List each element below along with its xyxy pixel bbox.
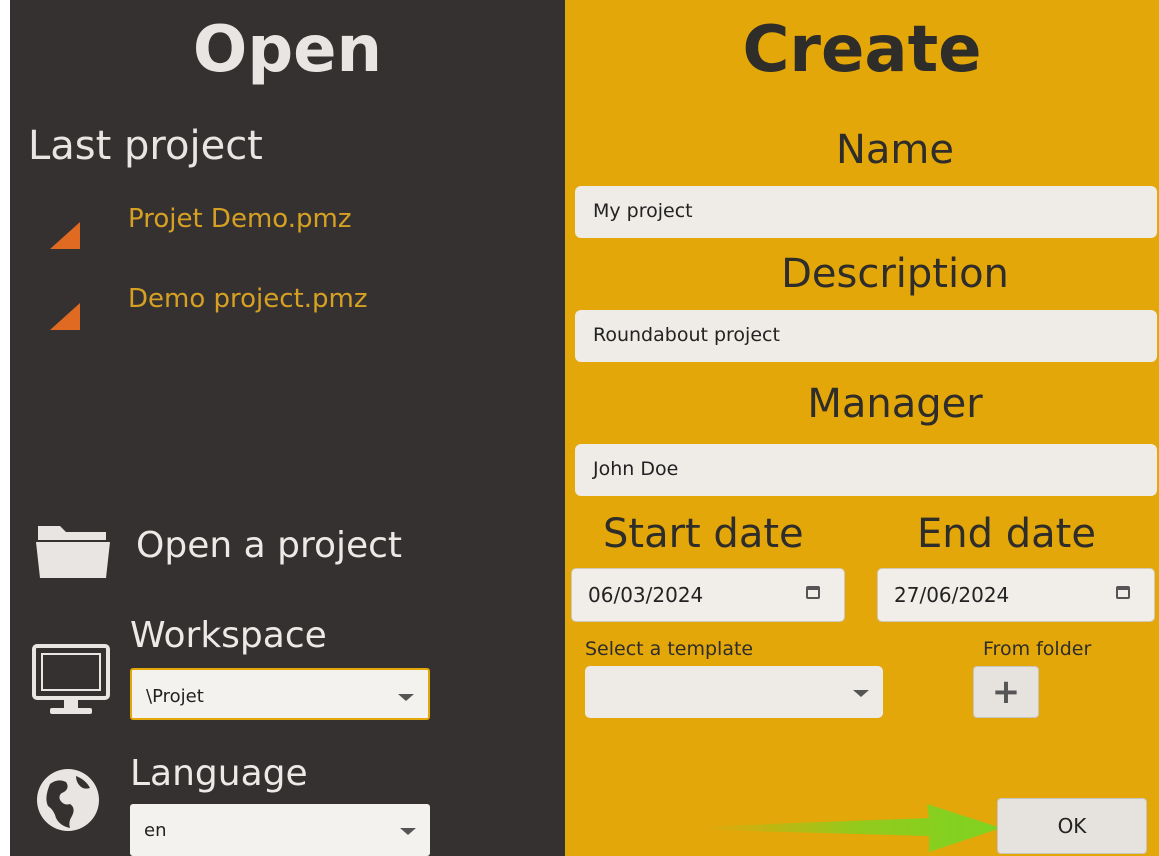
workspace-value: \Projet	[146, 686, 204, 707]
language-label: Language	[130, 753, 308, 794]
pmz-file-icon	[50, 222, 80, 249]
recent-file-2[interactable]: Demo project.pmz	[128, 286, 368, 312]
end-date-label: End date	[917, 511, 1096, 557]
name-label: Name	[835, 127, 954, 173]
recent-file-1-icon	[50, 222, 80, 249]
pmz-file-icon	[50, 303, 80, 330]
chevron-down-icon	[400, 828, 416, 835]
template-dropdown[interactable]	[585, 666, 883, 718]
globe-icon	[37, 769, 99, 831]
manager-field[interactable]: John Doe	[575, 444, 1157, 496]
description-label: Description	[781, 251, 1009, 297]
language-value: en	[144, 820, 167, 841]
workspace-dropdown[interactable]: \Projet	[130, 668, 430, 720]
workspace-label: Workspace	[130, 615, 327, 656]
chevron-down-icon	[398, 694, 414, 701]
add-from-folder-button[interactable]: +	[973, 666, 1039, 718]
open-project-label: Open a project	[136, 525, 403, 566]
open-title: Open	[192, 13, 383, 87]
language-dropdown[interactable]: en	[130, 804, 430, 856]
manager-label: Manager	[807, 381, 983, 427]
chevron-down-icon	[853, 690, 869, 697]
name-field[interactable]: My project	[575, 186, 1157, 238]
create-title: Create	[742, 13, 982, 87]
ok-button[interactable]: OK	[997, 798, 1147, 854]
plus-icon: +	[991, 672, 1021, 712]
folder-icon	[36, 526, 110, 578]
end-date-field[interactable]: 27/06/2024	[877, 568, 1155, 622]
start-date-label: Start date	[603, 511, 804, 557]
last-project-heading: Last project	[28, 123, 263, 169]
monitor-icon	[32, 644, 110, 714]
from-folder-label: From folder	[983, 638, 1092, 660]
end-date-value: 27/06/2024	[894, 583, 1010, 607]
recent-file-2-icon	[50, 303, 80, 330]
create-panel: Create Name My project Description Round…	[565, 0, 1159, 856]
open-project-button[interactable]: Open a project	[34, 516, 434, 582]
start-date-value: 06/03/2024	[588, 583, 704, 607]
recent-file-1[interactable]: Projet Demo.pmz	[128, 206, 351, 232]
calendar-icon[interactable]	[806, 586, 820, 599]
green-arrow-pointer	[715, 804, 1001, 852]
start-date-field[interactable]: 06/03/2024	[571, 568, 845, 622]
description-field[interactable]: Roundabout project	[575, 310, 1157, 362]
template-label: Select a template	[585, 638, 754, 660]
calendar-icon[interactable]	[1116, 586, 1130, 599]
open-panel: Open Last project Projet Demo.pmz Demo p…	[10, 0, 565, 856]
